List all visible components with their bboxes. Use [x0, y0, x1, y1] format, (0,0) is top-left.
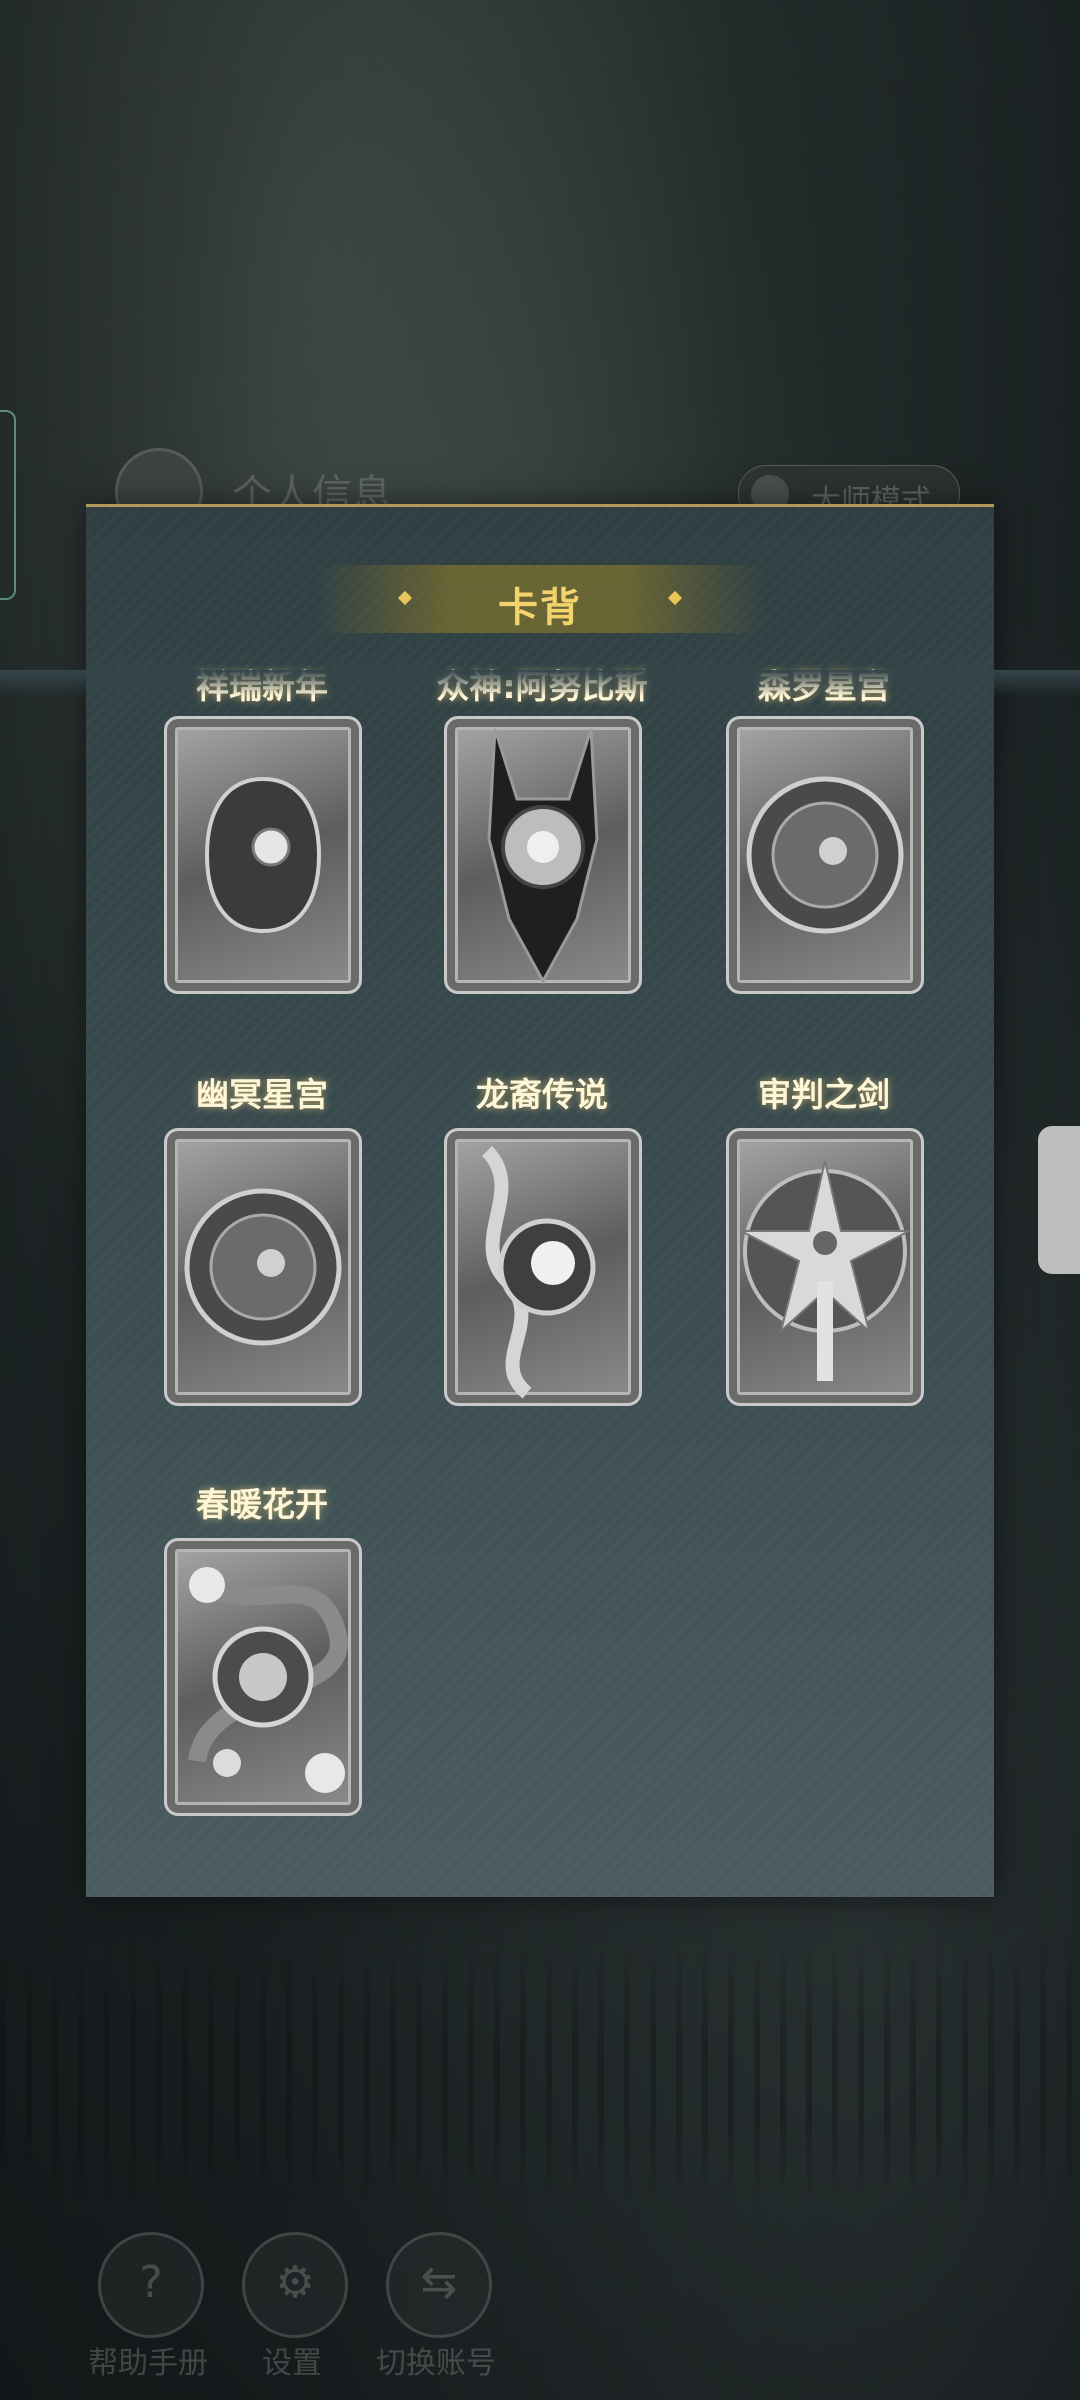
nav-label: 帮助手册: [88, 2346, 208, 2381]
help-book-icon: ?: [98, 2232, 204, 2338]
background-fence: [0, 1940, 1080, 2200]
blossom-card-icon: [164, 1538, 362, 1816]
zodiac-wheel-card-icon: [164, 1128, 362, 1406]
card-back-name: 龙裔传说: [476, 1075, 608, 1114]
nav-label: 切换账号: [376, 2346, 496, 2381]
switch-account-icon: ⇆: [386, 2232, 492, 2338]
dragon-eye-card-icon: [444, 1128, 642, 1406]
panel-title-bar: 卡背: [316, 565, 764, 633]
anubis-card-icon: [444, 716, 642, 994]
card-back-name: 幽冥星宫: [196, 1075, 328, 1114]
card-back-name: 春暖花开: [196, 1485, 328, 1524]
card-back-name: 审判之剑: [758, 1075, 890, 1114]
panel-title: 卡背: [498, 585, 582, 631]
nav-label: 设置: [262, 2346, 322, 2381]
side-tab[interactable]: [0, 410, 16, 600]
gear-icon: ⚙: [242, 2232, 348, 2338]
crescent-moon-sun-card-icon: [164, 716, 362, 994]
side-handle[interactable]: [1038, 1126, 1080, 1274]
zodiac-wheel-card-icon: [726, 716, 924, 994]
sword-laurel-card-icon: [726, 1128, 924, 1406]
panel-scroll-fade: [0, 670, 1080, 696]
